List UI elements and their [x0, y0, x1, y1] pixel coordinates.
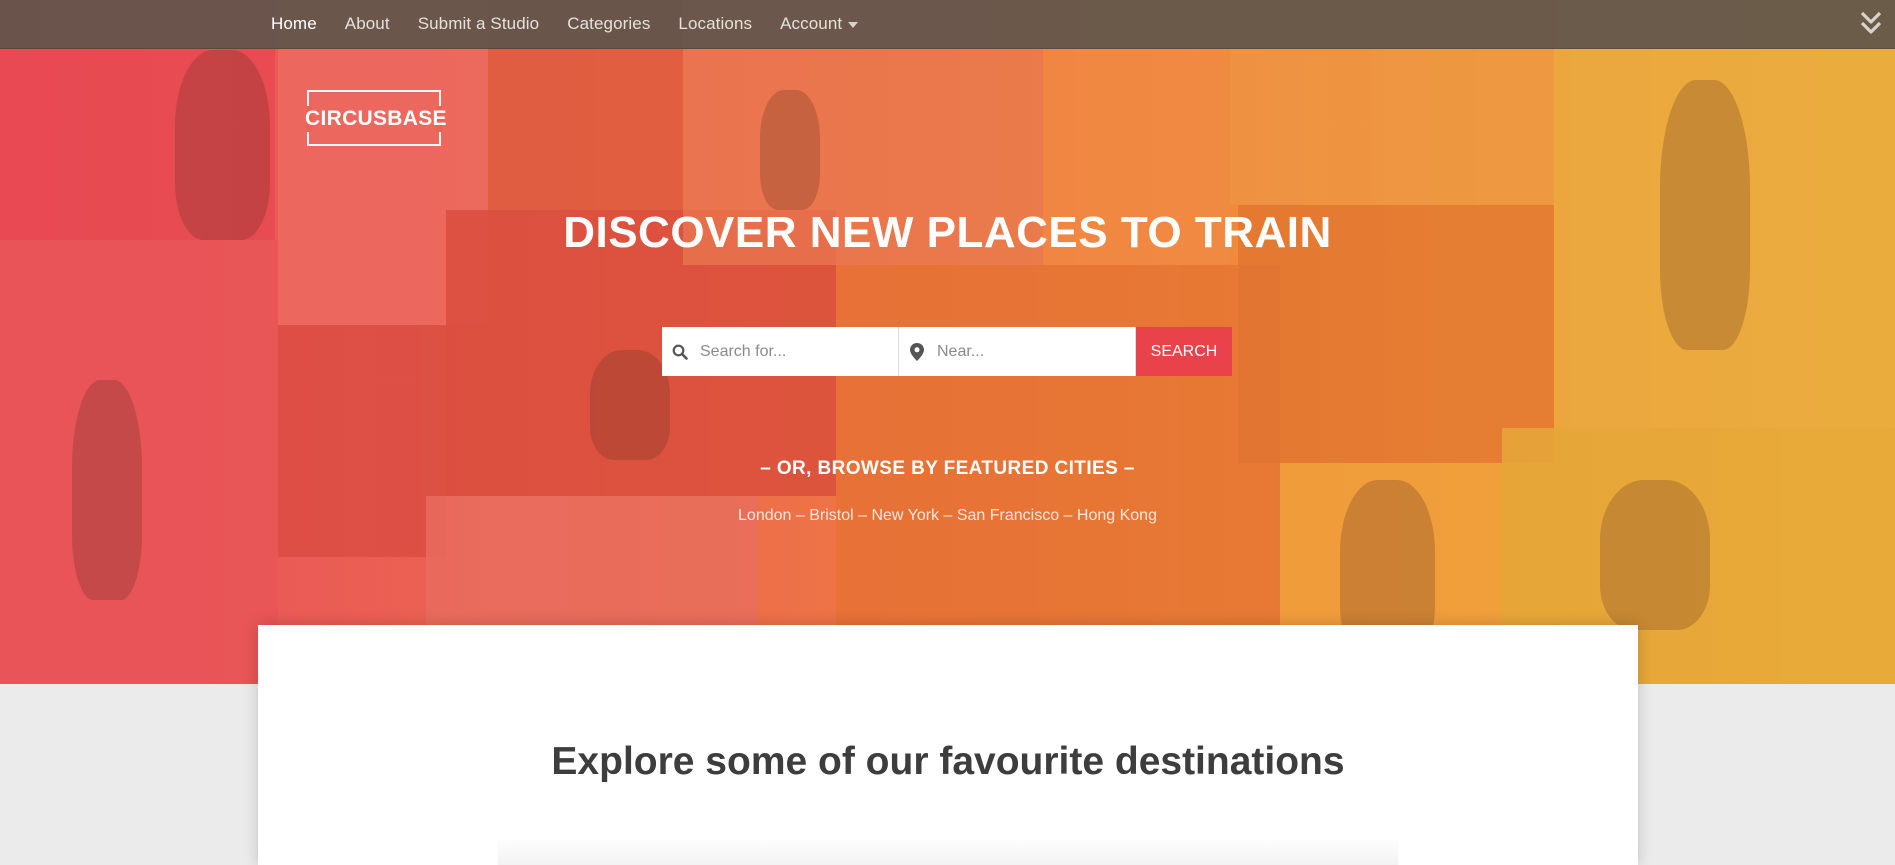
city-link-hong-kong[interactable]: Hong Kong — [1077, 507, 1157, 524]
city-separator: – — [1059, 507, 1077, 524]
nav-link-account-label: Account — [780, 14, 843, 33]
nav-link-submit-studio[interactable]: Submit a Studio — [418, 14, 540, 34]
map-pin-icon — [899, 342, 935, 361]
city-link-london[interactable]: London — [738, 507, 791, 524]
browse-cities-heading: – OR, BROWSE BY FEATURED CITIES – — [760, 458, 1135, 479]
double-chevron-down-icon[interactable] — [1859, 10, 1883, 38]
top-nav: Home About Submit a Studio Categories Lo… — [0, 0, 1895, 49]
nav-link-home[interactable]: Home — [271, 14, 317, 34]
city-separator: – — [939, 507, 957, 524]
search-where-input[interactable] — [935, 341, 1129, 362]
city-separator: – — [791, 507, 810, 524]
site-logo[interactable]: CIRCUSBASE — [305, 90, 447, 146]
destinations-grid-top — [498, 835, 1398, 865]
nav-link-account[interactable]: Account — [780, 14, 859, 34]
hero-banner: CIRCUSBASE DISCOVER NEW PLACES TO TRAIN … — [0, 0, 1895, 684]
search-where-field — [899, 327, 1136, 376]
search-what-field — [662, 327, 899, 376]
city-link-bristol[interactable]: Bristol — [809, 507, 853, 524]
search-button[interactable]: SEARCH — [1136, 327, 1232, 376]
caret-down-icon — [848, 22, 859, 28]
nav-link-locations[interactable]: Locations — [678, 14, 752, 34]
city-link-san-francisco[interactable]: San Francisco — [957, 507, 1059, 524]
logo-text: CIRCUSBASE — [305, 107, 447, 130]
nav-link-categories[interactable]: Categories — [567, 14, 650, 34]
nav-links: Home About Submit a Studio Categories Lo… — [271, 0, 886, 48]
featured-cities-list: London – Bristol – New York – San Franci… — [0, 507, 1895, 525]
search-what-input[interactable] — [698, 341, 892, 362]
destinations-card: Explore some of our favourite destinatio… — [258, 625, 1638, 865]
hero-headline: DISCOVER NEW PLACES TO TRAIN — [563, 208, 1332, 257]
nav-link-about[interactable]: About — [345, 14, 390, 34]
search-icon — [662, 344, 698, 360]
section-title: Explore some of our favourite destinatio… — [551, 740, 1345, 783]
city-link-new-york[interactable]: New York — [871, 507, 939, 524]
city-separator: – — [853, 507, 872, 524]
search-form: SEARCH — [662, 327, 1232, 376]
